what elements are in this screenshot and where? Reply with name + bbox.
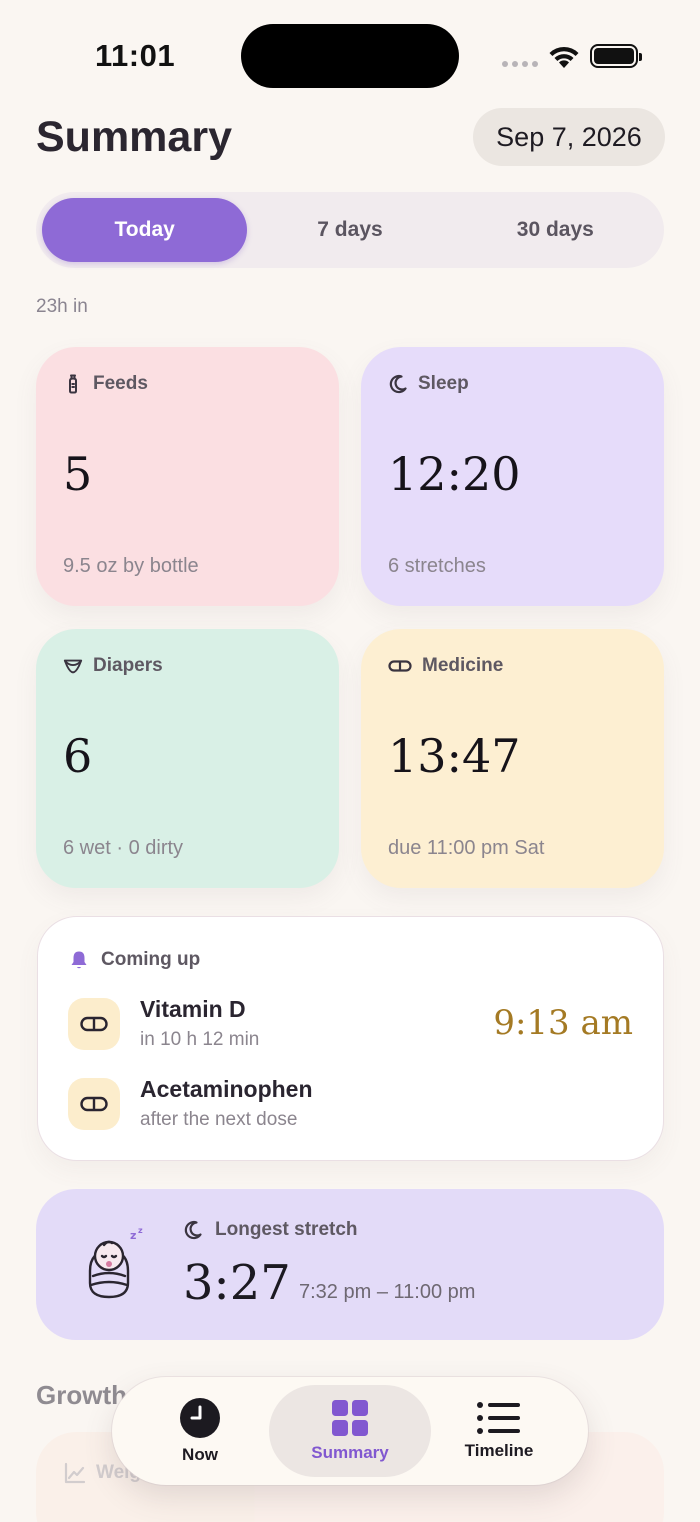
medicine-label: Medicine (422, 655, 504, 676)
medicine-card-header: Medicine (388, 655, 637, 677)
sleep-detail: 6 stretches (388, 555, 486, 577)
coming-up-label: Coming up (101, 949, 201, 970)
tab-summary[interactable]: Summary (269, 1385, 431, 1477)
feeds-label: Feeds (93, 373, 148, 394)
tab-timeline-label: Timeline (464, 1441, 534, 1460)
pill-icon (68, 997, 120, 1050)
dynamic-island (241, 24, 459, 88)
upcoming-item-note: after the next dose (140, 1109, 298, 1130)
svg-text:z: z (138, 1226, 143, 1235)
upcoming-item-vitamin-d[interactable]: Vitamin D in 10 h 12 min (68, 996, 259, 1051)
upcoming-item-name: Vitamin D (140, 996, 246, 1022)
sleep-total: 12:20 (388, 447, 521, 501)
diapers-count: 6 (63, 729, 93, 783)
status-bar: 11:01 (0, 0, 700, 110)
elapsed-label: 23h in (36, 296, 88, 317)
tab-now-label: Now (182, 1445, 218, 1464)
medicine-card[interactable]: Medicine 13:47 due 11:00 pm Sat (361, 629, 664, 888)
feeds-detail: 9.5 oz by bottle (63, 555, 199, 577)
svg-text:z: z (130, 1229, 136, 1242)
pill-icon (68, 1077, 120, 1130)
bell-icon (71, 951, 87, 969)
pill-icon (388, 660, 412, 672)
grid-icon (332, 1400, 368, 1436)
diapers-card[interactable]: Diapers 6 6 wet · 0 dirty (36, 629, 339, 888)
sleeping-baby-icon: z z (88, 1226, 143, 1299)
feeds-card-header: Feeds (63, 373, 312, 395)
diapers-label: Diapers (93, 655, 163, 676)
feeds-count: 5 (63, 447, 93, 501)
signal-icon (502, 61, 538, 67)
upcoming-item-note: in 10 h 12 min (140, 1029, 260, 1050)
status-time: 11:01 (95, 38, 176, 73)
tab-30-days[interactable]: 30 days (453, 198, 658, 262)
upcoming-item-acetaminophen[interactable]: Acetaminophen after the next dose (68, 1076, 313, 1131)
longest-stretch-header: Longest stretch (183, 1219, 358, 1241)
sleep-card[interactable]: Sleep 12:20 6 stretches (361, 347, 664, 606)
tab-summary-label: Summary (311, 1443, 389, 1462)
clock-icon (180, 1398, 220, 1438)
moon-icon (389, 374, 407, 394)
diaper-icon (63, 659, 83, 674)
tab-7-days[interactable]: 7 days (247, 198, 452, 262)
page-title: Summary (36, 113, 232, 161)
upcoming-item-time: 9:13 am (493, 1003, 633, 1043)
longest-stretch-label: Longest stretch (215, 1219, 358, 1240)
diapers-card-header: Diapers (63, 655, 312, 677)
list-icon (477, 1402, 520, 1434)
longest-stretch-range: 7:32 pm – 11:00 pm (299, 1281, 476, 1303)
bottle-icon (69, 374, 77, 394)
wifi-icon (549, 46, 579, 68)
medicine-countdown: 13:47 (388, 729, 521, 783)
date-picker-button[interactable]: Sep 7, 2026 (473, 108, 665, 166)
sleep-label: Sleep (418, 373, 469, 394)
medicine-detail: due 11:00 pm Sat (388, 837, 545, 859)
range-segmented-control: Today 7 days 30 days (36, 192, 664, 268)
tab-now[interactable]: Now (119, 1385, 281, 1477)
coming-up-card: Coming up Vitamin D in 10 h 12 min 9:13 … (37, 916, 664, 1161)
chart-icon (64, 1462, 86, 1484)
moon-icon (184, 1220, 202, 1240)
growth-section-title: Growth (36, 1380, 127, 1410)
bottom-tab-bar: Now Summary Timeline (112, 1377, 588, 1485)
tab-today[interactable]: Today (42, 198, 248, 262)
battery-icon (590, 44, 642, 68)
tab-timeline[interactable]: Timeline (418, 1385, 580, 1477)
upcoming-item-name: Acetaminophen (140, 1076, 313, 1102)
longest-stretch-card[interactable]: z z Longest stretch 3:27 7:32 pm – 11:00… (36, 1189, 664, 1340)
longest-stretch-duration: 3:27 (183, 1255, 291, 1311)
feeds-card[interactable]: Feeds 5 9.5 oz by bottle (36, 347, 339, 606)
diapers-detail: 6 wet · 0 dirty (63, 837, 184, 859)
coming-up-header: Coming up (68, 949, 200, 971)
sleep-card-header: Sleep (388, 373, 637, 395)
